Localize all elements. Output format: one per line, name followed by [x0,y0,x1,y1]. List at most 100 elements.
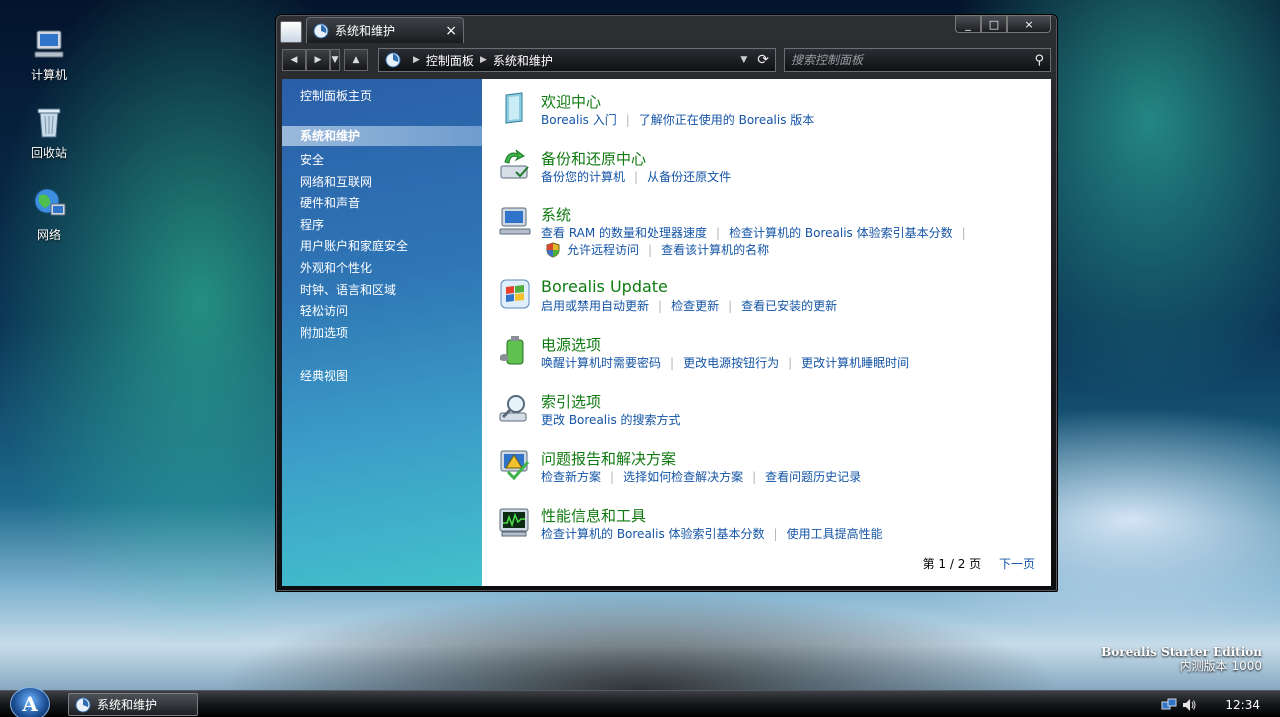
sidebar-item-additional-options[interactable]: 附加选项 [300,324,348,341]
category-title[interactable]: 系统 [541,204,571,225]
shield-icon [546,241,560,258]
category-title[interactable]: 欢迎中心 [541,91,601,112]
search-box: ⚲ [784,48,1051,72]
backup-icon [500,149,529,179]
link-edition-info[interactable]: 了解你正在使用的 Borealis 版本 [639,113,815,127]
desktop-icon-recycle-bin[interactable]: 回收站 [18,104,80,161]
close-button[interactable]: × [1007,15,1051,33]
category-links-secondary: 允许远程访问 | 查看该计算机的名称 [545,241,769,258]
window-menu-icon[interactable] [280,21,302,43]
link-problem-history[interactable]: 查看问题历史记录 [765,470,861,484]
sidebar-item-system-maintenance[interactable]: 系统和维护 [282,126,482,146]
next-page-link[interactable]: 下一页 [999,557,1035,571]
tab-bar: 系统和维护 × [280,17,464,43]
link-auto-update[interactable]: 启用或禁用自动更新 [541,299,649,313]
category-links: 备份您的计算机 | 从备份还原文件 [541,170,732,184]
link-computer-name[interactable]: 查看该计算机的名称 [661,241,769,258]
tab-system-maintenance[interactable]: 系统和维护 × [306,17,464,43]
sidebar-item-appearance[interactable]: 外观和个性化 [300,259,372,276]
clock[interactable]: 12:34 [1225,698,1260,712]
category-title[interactable]: Borealis Update [541,277,668,296]
up-button[interactable]: ▲ [344,49,368,71]
tab-close-icon[interactable]: × [445,23,457,39]
link-view-ram-cpu[interactable]: 查看 RAM 的数量和处理器速度 [541,226,707,240]
breadcrumb-system-maintenance[interactable]: 系统和维护 [493,52,553,69]
recycle-bin-icon [37,108,61,138]
link-check-updates[interactable]: 检查更新 [671,299,719,313]
breadcrumb-control-panel[interactable]: 控制面板 [426,52,474,69]
performance-icon [499,508,529,537]
category-links: Borealis 入门 | 了解你正在使用的 Borealis 版本 [541,113,815,127]
edition-watermark: Borealis Starter Edition 内测版本 1000 [1101,645,1262,673]
tab-label: 系统和维护 [335,24,396,38]
back-button[interactable]: ◀ [282,49,306,71]
search-input[interactable] [791,53,1035,67]
network-globe-icon [34,188,66,216]
taskbar-button-label: 系统和维护 [97,698,158,712]
link-power-buttons[interactable]: 更改电源按钮行为 [683,356,779,370]
address-bar[interactable]: ▶ 控制面板 ▶ 系统和维护 ▼ ⟳ [378,48,776,72]
sidebar-item-programs[interactable]: 程序 [300,216,324,233]
taskbar-button-system-maintenance[interactable]: 系统和维护 [68,693,198,716]
control-panel-window: 系统和维护 × _ □ × ◀ ▶ ▼ ▲ ▶ 控制面板 ▶ 系统和维护 ▼ ⟳… [275,14,1058,592]
welcome-center-icon [505,92,523,124]
start-button[interactable]: A [10,687,50,717]
minimize-button[interactable]: _ [955,15,981,33]
taskbar: A 系统和维护 12:34 [0,687,1280,717]
recent-pages-dropdown[interactable]: ▼ [330,49,340,71]
category-links: 检查新方案 | 选择如何检查解决方案 | 查看问题历史记录 [541,470,862,484]
sidebar-item-hardware-sound[interactable]: 硬件和声音 [300,194,360,211]
link-sleep-time[interactable]: 更改计算机睡眠时间 [801,356,909,370]
control-panel-icon [75,697,91,712]
maximize-button[interactable]: □ [981,15,1007,33]
link-getting-started[interactable]: Borealis 入门 [541,113,617,127]
link-experience-score[interactable]: 检查计算机的 Borealis 体验索引基本分数 [541,527,765,541]
link-search-method[interactable]: 更改 Borealis 的搜索方式 [541,413,681,427]
volume-icon[interactable] [1181,697,1197,713]
desktop-icon-computer[interactable]: 计算机 [18,26,80,83]
network-status-icon[interactable] [1161,697,1177,713]
category-title[interactable]: 性能信息和工具 [541,505,646,526]
breadcrumb-separator-icon: ▶ [479,55,487,65]
refresh-icon[interactable]: ⟳ [757,52,769,68]
control-panel-icon [313,23,329,38]
sidebar-home-link[interactable]: 控制面板主页 [300,87,372,104]
build-number: 内测版本 1000 [1179,659,1262,673]
category-title[interactable]: 电源选项 [541,334,601,355]
link-performance-tools[interactable]: 使用工具提高性能 [787,527,883,541]
category-links: 唤醒计算机时需要密码 | 更改电源按钮行为 | 更改计算机睡眠时间 [541,356,910,370]
category-title[interactable]: 备份和还原中心 [541,148,646,169]
sidebar-item-ease-of-access[interactable]: 轻松访问 [300,302,348,319]
link-backup-computer[interactable]: 备份您的计算机 [541,170,625,184]
sidebar-item-security[interactable]: 安全 [300,151,324,168]
navigation-bar: ◀ ▶ ▼ ▲ ▶ 控制面板 ▶ 系统和维护 ▼ ⟳ ⚲ [282,47,1051,73]
desktop-icon-network[interactable]: 网络 [18,186,80,243]
window-controls: _ □ × [955,15,1051,33]
power-icon [500,336,524,365]
link-installed-updates[interactable]: 查看已安装的更新 [741,299,837,313]
classic-view-link[interactable]: 经典视图 [300,367,348,384]
link-restore-files[interactable]: 从备份还原文件 [647,170,731,184]
link-check-solutions[interactable]: 检查新方案 [541,470,601,484]
indexing-icon [499,395,527,422]
link-wake-password[interactable]: 唤醒计算机时需要密码 [541,356,661,370]
page-indicator: 第 1 / 2 页 [922,557,982,571]
sidebar-item-clock-language[interactable]: 时钟、语言和区域 [300,281,396,298]
problem-reports-icon [500,450,530,481]
forward-button[interactable]: ▶ [306,49,330,71]
search-icon[interactable]: ⚲ [1034,53,1044,68]
sidebar-item-user-accounts[interactable]: 用户账户和家庭安全 [300,237,408,254]
main-content: 欢迎中心 Borealis 入门 | 了解你正在使用的 Borealis 版本 备份… [482,79,1051,586]
link-choose-check[interactable]: 选择如何检查解决方案 [623,470,743,484]
breadcrumb-separator-icon: ▶ [413,55,420,65]
system-icon [499,207,531,235]
link-experience-index[interactable]: 检查计算机的 Borealis 体验索引基本分数 [729,226,953,240]
sidebar-item-network[interactable]: 网络和互联网 [300,173,372,190]
sidebar: 控制面板主页 系统和维护 安全 网络和互联网 硬件和声音 程序 用户账户和家庭安… [282,79,482,586]
link-remote-access[interactable]: 允许远程访问 [567,241,639,258]
update-icon [500,279,530,309]
category-title[interactable]: 索引选项 [541,391,601,412]
category-links: 检查计算机的 Borealis 体验索引基本分数 | 使用工具提高性能 [541,527,883,541]
category-title[interactable]: 问题报告和解决方案 [541,448,676,469]
address-dropdown-icon[interactable]: ▼ [740,55,747,65]
